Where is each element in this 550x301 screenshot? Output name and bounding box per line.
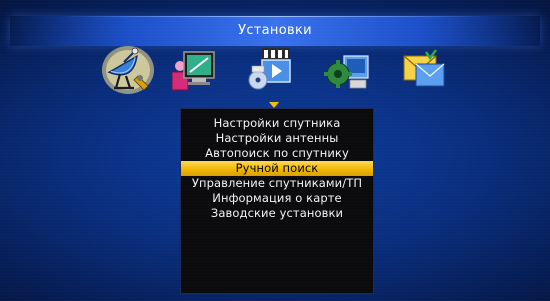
satellite-dish-icon[interactable] bbox=[100, 40, 156, 96]
mail-icon[interactable] bbox=[400, 46, 446, 92]
menu-item-antenna-settings[interactable]: Настройки антенны bbox=[181, 131, 373, 146]
menu-item-auto-scan[interactable]: Автопоиск по спутнику bbox=[181, 146, 373, 161]
system-tools-icon[interactable] bbox=[324, 46, 370, 92]
category-icon-row bbox=[0, 40, 550, 100]
menu-item-satellite-tp-management[interactable]: Управление спутниками/ТП bbox=[181, 176, 373, 191]
page-title: Установки bbox=[238, 23, 312, 38]
menu-item-card-info[interactable]: Информация о карте bbox=[181, 191, 373, 206]
menu-item-manual-scan[interactable]: Ручной поиск bbox=[181, 161, 373, 176]
menu-panel: Настройки спутника Настройки антенны Авт… bbox=[180, 108, 374, 294]
media-icon[interactable] bbox=[248, 46, 294, 92]
menu-item-satellite-settings[interactable]: Настройки спутника bbox=[181, 116, 373, 131]
display-settings-icon[interactable] bbox=[170, 46, 216, 92]
osd-screen: Установки Настройки спутника Настройки а… bbox=[0, 0, 550, 301]
menu-item-factory-reset[interactable]: Заводские установки bbox=[181, 206, 373, 221]
